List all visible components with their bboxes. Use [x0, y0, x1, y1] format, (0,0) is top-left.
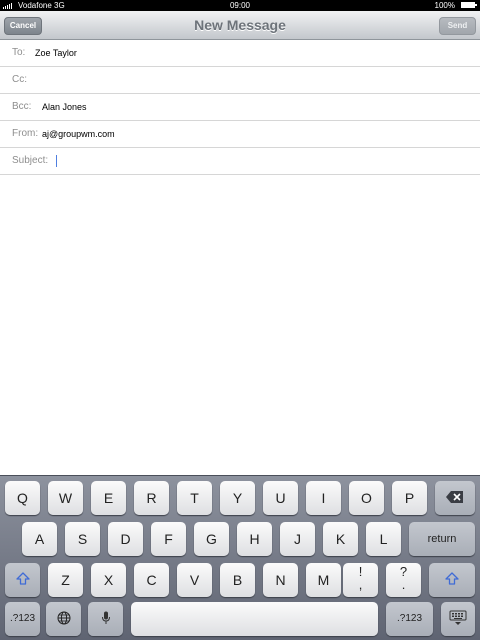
key-g[interactable]: G [194, 522, 229, 556]
dictation-key[interactable] [88, 602, 123, 636]
key-a[interactable]: A [22, 522, 57, 556]
key-comma-bottom: , [358, 577, 363, 592]
key-f[interactable]: F [151, 522, 186, 556]
nav-bar: Cancel New Message Send [0, 11, 480, 40]
key-k[interactable]: K [323, 522, 358, 556]
key-p[interactable]: P [392, 481, 427, 515]
key-r[interactable]: R [134, 481, 169, 515]
key-exclaim-comma[interactable]: ! , [343, 563, 378, 597]
from-field[interactable]: From: aj@groupwm.com [0, 121, 480, 148]
key-c[interactable]: C [134, 563, 169, 597]
key-y[interactable]: Y [220, 481, 255, 515]
numbers-key-right[interactable]: .?123 [386, 602, 433, 636]
cc-label: Cc: [12, 74, 27, 85]
key-n[interactable]: N [263, 563, 298, 597]
key-u[interactable]: U [263, 481, 298, 515]
microphone-icon [101, 611, 110, 625]
key-t[interactable]: T [177, 481, 212, 515]
subject-field[interactable]: Subject: [0, 148, 480, 175]
to-label: To: [12, 47, 26, 58]
bcc-label: Bcc: [12, 101, 32, 112]
text-cursor [56, 155, 57, 167]
keyboard: Q W E R T Y U I O P A S D F G H J K L re… [0, 475, 480, 640]
key-q[interactable]: Q [5, 481, 40, 515]
key-m[interactable]: M [306, 563, 341, 597]
backspace-icon [446, 491, 463, 504]
shift-icon [445, 572, 459, 586]
key-i[interactable]: I [306, 481, 341, 515]
dismiss-keyboard-key[interactable] [441, 602, 475, 636]
battery-icon [461, 2, 477, 8]
bcc-field[interactable]: Bcc: Alan Jones [0, 94, 480, 121]
send-button[interactable]: Send [439, 17, 476, 35]
key-period-bottom: . [401, 577, 406, 592]
key-x[interactable]: X [91, 563, 126, 597]
key-s[interactable]: S [65, 522, 100, 556]
return-key[interactable]: return [409, 522, 475, 556]
numbers-key-left[interactable]: .?123 [5, 602, 40, 636]
to-value[interactable]: Zoe Taylor [35, 40, 77, 66]
status-time: 09:00 [229, 1, 251, 10]
key-z[interactable]: Z [48, 563, 83, 597]
shift-key-left[interactable] [5, 563, 40, 597]
key-question-period[interactable]: ? . [386, 563, 421, 597]
globe-key[interactable] [46, 602, 81, 636]
from-label: From: [12, 128, 39, 139]
status-bar: Vodafone 3G 09:00 100% [0, 0, 480, 11]
key-d[interactable]: D [108, 522, 143, 556]
key-o[interactable]: O [349, 481, 384, 515]
to-field[interactable]: To: Zoe Taylor [0, 40, 480, 67]
subject-label: Subject: [12, 155, 49, 166]
key-j[interactable]: J [280, 522, 315, 556]
page-title: New Message [194, 17, 286, 33]
message-header-fields: To: Zoe Taylor Cc: Bcc: Alan Jones From:… [0, 40, 480, 175]
shift-icon [15, 572, 30, 586]
battery-percent: 100% [434, 1, 455, 10]
bcc-value[interactable]: Alan Jones [42, 94, 87, 120]
key-l[interactable]: L [366, 522, 401, 556]
backspace-key[interactable] [435, 481, 475, 515]
globe-icon [57, 611, 70, 625]
key-b[interactable]: B [220, 563, 255, 597]
key-e[interactable]: E [91, 481, 126, 515]
key-v[interactable]: V [177, 563, 212, 597]
keyboard-dismiss-icon [449, 610, 467, 626]
space-key[interactable] [131, 602, 378, 636]
key-h[interactable]: H [237, 522, 272, 556]
shift-key-right[interactable] [429, 563, 475, 597]
key-w[interactable]: W [48, 481, 83, 515]
cc-field[interactable]: Cc: [0, 67, 480, 94]
from-value[interactable]: aj@groupwm.com [42, 121, 115, 147]
